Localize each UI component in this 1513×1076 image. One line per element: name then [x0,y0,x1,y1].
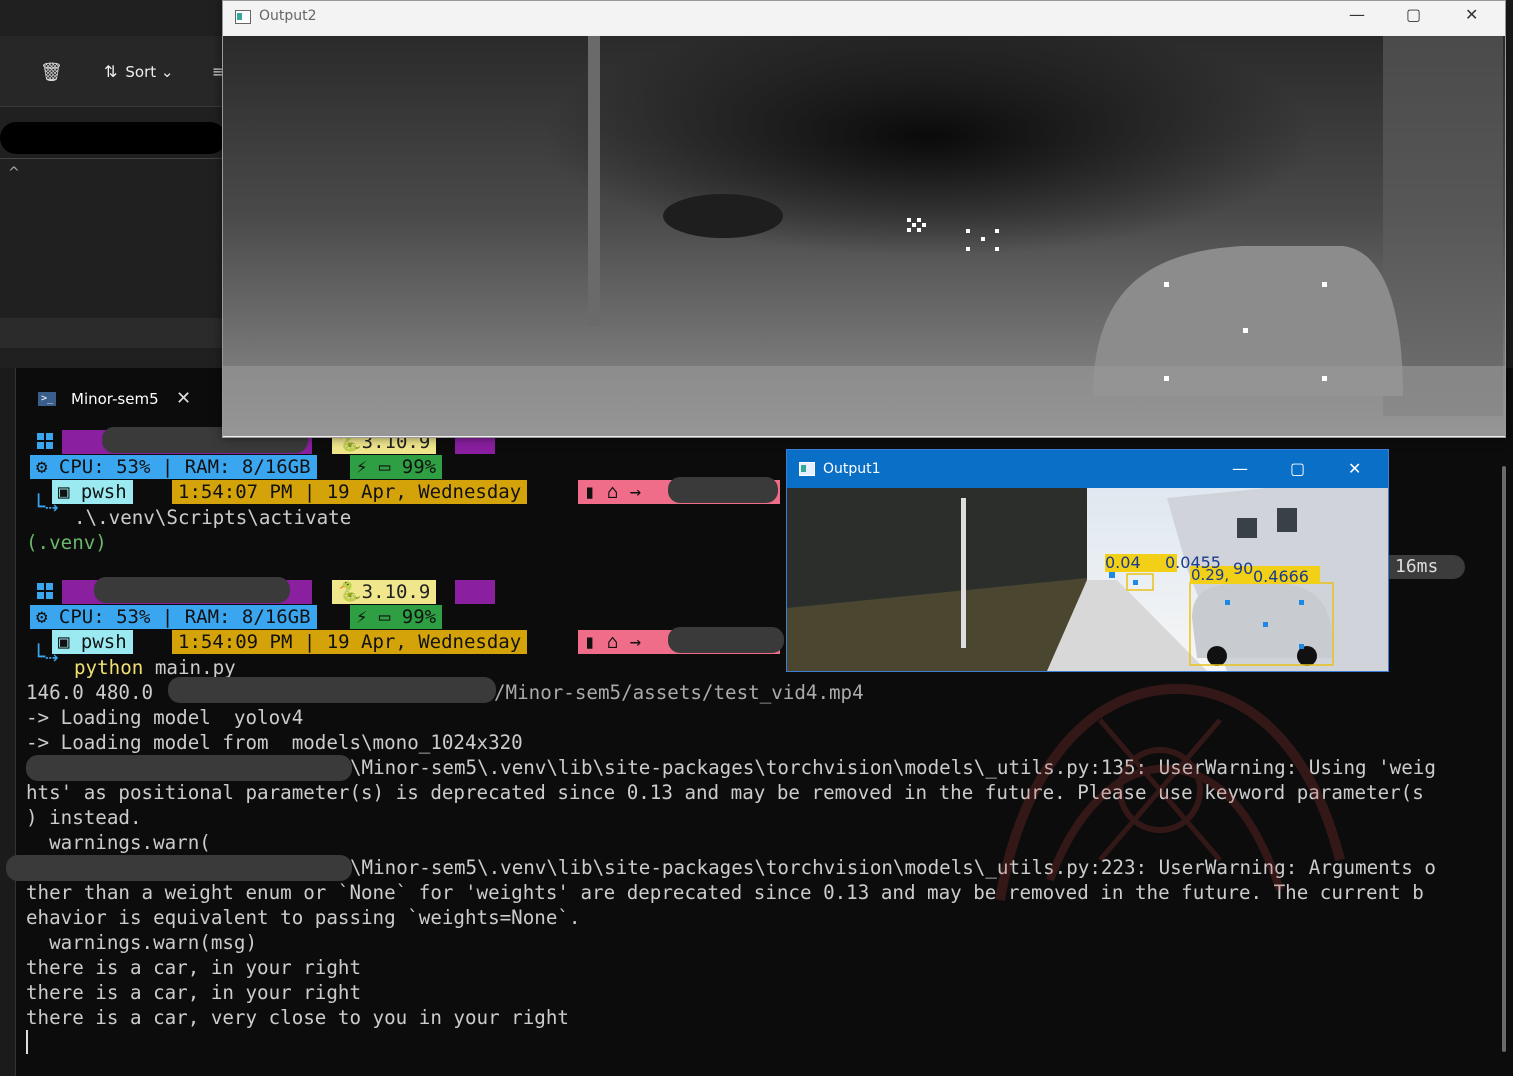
shell-name: pwsh [80,481,127,503]
chevron-up-icon[interactable]: ^ [8,165,20,181]
time-segment: 1:54:07 PM | 19 Apr, Wednesday [172,480,528,504]
terminal-scrollbar[interactable] [1502,466,1506,1052]
maximize-button[interactable]: ▢ [1290,459,1305,478]
battery-level: 99% [401,456,437,478]
battery-segment: ⚡ ▭ 99% [350,455,443,479]
window-icon [235,10,251,24]
time-date: 1:54:09 PM | 19 Apr, Wednesday [178,631,522,653]
detection-video-frame: 0.04 0.0455 90 0.29, 0.4666 [787,488,1388,671]
ram-usage: RAM: 8/16GB [184,456,311,478]
delete-icon[interactable]: 🗑 [40,62,63,83]
explorer-status-band [0,318,222,348]
output2-window: Output2 — ▢ ✕ [222,0,1506,438]
background-art-image [995,683,1345,901]
shell-name: pwsh [80,631,127,653]
detection-label: 0.29, [1191,566,1229,584]
cpu-usage: CPU: 53% [58,606,151,628]
venv-indicator: (.venv) [26,531,107,554]
battery-segment: ⚡ ▭ 99% [350,605,443,629]
output-line: ehavior is equivalent to passing `weight… [26,906,581,929]
output-line: there is a car, in your right [26,981,362,1004]
sort-label: Sort [125,63,157,81]
output1-window: Output1 — ▢ ✕ 0.04 0.0455 90 0.29, 0.466… [786,449,1389,672]
depth-map-image [223,36,1505,436]
minimize-button[interactable]: — [1232,459,1248,478]
detection-label: 0.4666 [1253,567,1309,586]
close-button[interactable]: ✕ [1348,459,1361,478]
redacted-path [6,855,352,881]
window-title: Output1 [823,461,881,477]
file-explorer-window: 🗑 ⇅ Sort ⌄ ≡ ^ [0,0,226,368]
redacted-path [168,677,496,703]
time-date: 1:54:07 PM | 19 Apr, Wednesday [178,481,522,503]
output1-titlebar[interactable]: Output1 — ▢ ✕ [787,450,1388,488]
tab-minor-sem5[interactable]: >_ Minor-sem5 ✕ [28,380,210,420]
cpu-usage: CPU: 53% [58,456,151,478]
windows-icon [37,583,53,599]
detection-label: 0.04 [1105,553,1141,572]
battery-level: 99% [401,606,437,628]
redacted-path [668,627,784,653]
output-line: warnings.warn(msg) [26,931,258,954]
windows-icon [37,433,53,449]
tab-title: Minor-sem5 [71,390,159,408]
window-icon [799,462,815,476]
shell-segment: ▣ pwsh [52,480,133,504]
command-line: .\.venv\Scripts\activate [74,506,352,529]
output-line: /Minor-sem5/assets/test_vid4.mp4 [494,681,864,704]
command-keyword: python [74,656,144,679]
output-line: -> Loading model yolov4 [26,706,304,729]
command-duration: 16ms [1387,555,1465,579]
output-line: warnings.warn( [26,831,211,854]
minimize-button[interactable]: — [1349,5,1365,24]
redacted-user [94,577,290,603]
output-line: -> Loading model from models\mono_1024x3… [26,731,523,754]
output-line: there is a car, very close to you in you… [26,1006,569,1029]
divider [0,158,222,159]
output-line: ) instead. [26,806,142,829]
powershell-icon: >_ [38,392,56,406]
output-line: there is a car, in your right [26,956,362,979]
detection-label: 90 [1233,559,1253,578]
sysinfo-segment: ⚙ CPU: 53% | RAM: 8/16GB [30,455,317,479]
sort-icon: ⇅ [104,62,118,81]
prompt-arrow-icon: └⇢ [32,645,59,670]
redacted-path [26,755,352,781]
prompt-tail [455,580,495,604]
ram-usage: RAM: 8/16GB [184,606,311,628]
redacted-path [0,122,226,154]
sort-button[interactable]: ⇅ Sort ⌄ [104,62,174,81]
output2-titlebar[interactable]: Output2 — ▢ ✕ [223,1,1505,35]
close-icon[interactable]: ✕ [176,388,191,409]
terminal-cursor [26,1030,28,1054]
command-args: main.py [143,656,236,679]
sysinfo-segment: ⚙ CPU: 53% | RAM: 8/16GB [30,605,317,629]
python-version: 3.10.9 [361,581,431,603]
window-title: Output2 [259,8,317,24]
output-line: 146.0 480.0 [26,681,154,704]
shell-segment: ▣ pwsh [52,630,133,654]
close-button[interactable]: ✕ [1465,5,1478,24]
prompt-arrow-icon: └⇢ [32,495,59,520]
redacted-path [668,477,778,503]
time-segment: 1:54:09 PM | 19 Apr, Wednesday [172,630,528,654]
python-version-segment: 🐍3.10.9 [332,580,437,604]
maximize-button[interactable]: ▢ [1406,5,1421,24]
